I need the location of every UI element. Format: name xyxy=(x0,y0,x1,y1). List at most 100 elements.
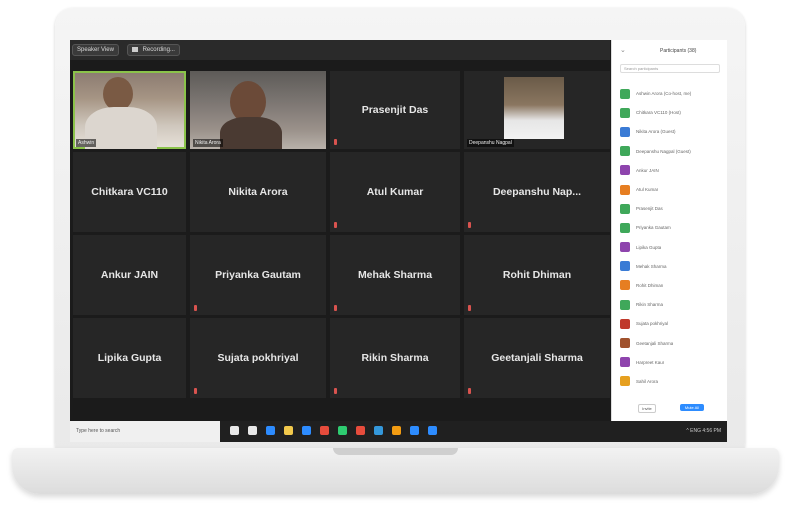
mic-muted-icon xyxy=(468,388,471,394)
laptop-screen: Speaker View Recording... Ashwin Nikita … xyxy=(70,40,727,442)
video-tile[interactable]: Priyanka Gautam xyxy=(190,235,326,315)
video-tile[interactable]: Geetanjali Sharma xyxy=(464,318,610,398)
video-tile[interactable]: Sujata pokhriyal xyxy=(190,318,326,398)
video-tile[interactable]: Ankur JAIN xyxy=(73,235,186,315)
participant-row-name: Rikin Sharma xyxy=(636,302,664,308)
participant-row[interactable]: Mehak Sharma xyxy=(620,257,726,276)
participant-row[interactable]: Rohit Dhiman xyxy=(620,276,726,295)
taskbar-app-icon[interactable] xyxy=(374,426,383,435)
participant-row[interactable]: Nikita Arora (Guest) xyxy=(620,122,726,141)
participant-name: Deepanshu Nap... xyxy=(492,186,582,198)
avatar xyxy=(620,107,630,118)
video-tile[interactable]: Prasenjit Das xyxy=(330,71,460,149)
participant-row[interactable]: Harpreet Kaur xyxy=(620,353,726,372)
participants-header: ⌄ Participants (38) xyxy=(612,45,727,59)
taskbar-search-input[interactable]: Type here to search xyxy=(70,421,220,442)
windows-taskbar: Type here to search ^ ENG 4:56 PM xyxy=(70,421,727,442)
participant-name: Prasenjit Das xyxy=(361,104,429,116)
video-caption: Ashwin xyxy=(76,139,97,147)
taskbar-app-icon[interactable] xyxy=(302,426,311,435)
invite-button[interactable]: Invite xyxy=(638,404,656,413)
video-tile[interactable]: Nikita Arora xyxy=(190,71,326,149)
participant-name: Mehak Sharma xyxy=(357,269,433,281)
participant-row[interactable]: Sahil Arora xyxy=(620,372,726,391)
avatar xyxy=(620,376,630,387)
mic-muted-icon xyxy=(334,222,337,228)
video-tile[interactable]: Deepanshu Nap... xyxy=(464,152,610,232)
avatar xyxy=(620,242,630,253)
taskbar-app-icon[interactable] xyxy=(230,426,239,435)
collapse-panel-icon[interactable]: ⌄ xyxy=(620,46,626,54)
video-tile[interactable]: Rohit Dhiman xyxy=(464,235,610,315)
record-icon xyxy=(131,46,138,52)
participant-name: Lipika Gupta xyxy=(97,352,162,364)
participant-row[interactable]: Ashwin Arora (Co-host, me) xyxy=(620,84,726,103)
participant-name: Chitkara VC110 xyxy=(91,186,168,198)
video-tile[interactable]: Lipika Gupta xyxy=(73,318,186,398)
taskbar-app-icon[interactable] xyxy=(248,426,257,435)
participants-list: Ashwin Arora (Co-host, me) Chitkara VC110… xyxy=(620,84,726,391)
participant-name: Geetanjali Sharma xyxy=(491,352,583,364)
taskbar-app-icon[interactable] xyxy=(392,426,401,435)
participant-row-name: Harpreet Kaur xyxy=(636,359,665,365)
participants-search-input[interactable]: Search participants xyxy=(620,64,720,73)
participant-row-name: Mehak Sharma xyxy=(636,263,667,269)
participants-panel: ⌄ Participants (38) Search participants … xyxy=(611,40,727,421)
video-tile[interactable]: Atul Kumar xyxy=(330,152,460,232)
taskbar-app-icon[interactable] xyxy=(320,426,329,435)
participant-row[interactable]: Sujata pokhriyal xyxy=(620,314,726,333)
video-tile[interactable]: Mehak Sharma xyxy=(330,235,460,315)
participants-footer: Invite Mute All xyxy=(612,402,727,416)
avatar xyxy=(620,299,630,310)
participant-name: Priyanka Gautam xyxy=(215,269,301,281)
participant-row-name: Ashwin Arora (Co-host, me) xyxy=(636,91,692,97)
video-tile[interactable]: Nikita Arora xyxy=(190,152,326,232)
participant-video xyxy=(504,77,564,139)
participant-row[interactable]: Priyanka Gautam xyxy=(620,218,726,237)
mic-muted-icon xyxy=(468,305,471,311)
taskbar-app-icon[interactable] xyxy=(266,426,275,435)
taskbar-app-icon[interactable] xyxy=(338,426,347,435)
recording-label: Recording... xyxy=(142,47,175,54)
video-tile[interactable]: Deepanshu Nagpal xyxy=(464,71,610,149)
participant-row[interactable]: Rikin Sharma xyxy=(620,295,726,314)
taskbar-app-icons xyxy=(230,426,437,435)
recording-indicator[interactable]: Recording... xyxy=(126,43,180,57)
participant-face xyxy=(103,77,133,111)
participant-row-name: Sujata pokhriyal xyxy=(636,321,669,327)
speaker-view-button[interactable]: Speaker View xyxy=(72,44,119,56)
avatar xyxy=(620,88,630,99)
participant-name: Atul Kumar xyxy=(366,186,424,198)
participant-name: Ankur JAIN xyxy=(100,269,159,281)
video-gallery: Ashwin Nikita Arora Prasenjit Das Deepan… xyxy=(70,71,610,423)
participant-row[interactable]: Lipika Gupta xyxy=(620,238,726,257)
participant-row[interactable]: Deepanshu Nagpal (Guest) xyxy=(620,142,726,161)
taskbar-app-icon[interactable] xyxy=(284,426,293,435)
video-tile[interactable]: Rikin Sharma xyxy=(330,318,460,398)
taskbar-app-icon[interactable] xyxy=(356,426,365,435)
participant-name: Nikita Arora xyxy=(228,186,288,198)
mic-muted-icon xyxy=(334,388,337,394)
avatar xyxy=(620,222,630,233)
mic-muted-icon xyxy=(468,222,471,228)
avatar xyxy=(620,318,630,329)
avatar xyxy=(620,203,630,214)
avatar xyxy=(620,165,630,176)
participant-row[interactable]: Ankur JAIN xyxy=(620,161,726,180)
participant-row[interactable]: Chitkara VC110 (Host) xyxy=(620,103,726,122)
taskbar-app-icon[interactable] xyxy=(410,426,419,435)
avatar xyxy=(620,280,630,291)
meeting-toolbar: Speaker View Recording... xyxy=(70,40,610,60)
participant-row-name: Atul Kumar xyxy=(636,187,659,193)
video-tile[interactable]: Chitkara VC110 xyxy=(73,152,186,232)
laptop-notch xyxy=(333,448,458,455)
participant-name: Rohit Dhiman xyxy=(502,269,572,281)
system-tray[interactable]: ^ ENG 4:56 PM xyxy=(686,428,721,434)
participant-row[interactable]: Atul Kumar xyxy=(620,180,726,199)
participant-row[interactable]: Geetanjali Sharma xyxy=(620,333,726,352)
video-tile[interactable]: Ashwin xyxy=(73,71,186,149)
taskbar-app-icon[interactable] xyxy=(428,426,437,435)
mute-all-button[interactable]: Mute All xyxy=(680,404,704,411)
video-caption: Nikita Arora xyxy=(193,139,223,147)
participant-row[interactable]: Prasenjit Das xyxy=(620,199,726,218)
